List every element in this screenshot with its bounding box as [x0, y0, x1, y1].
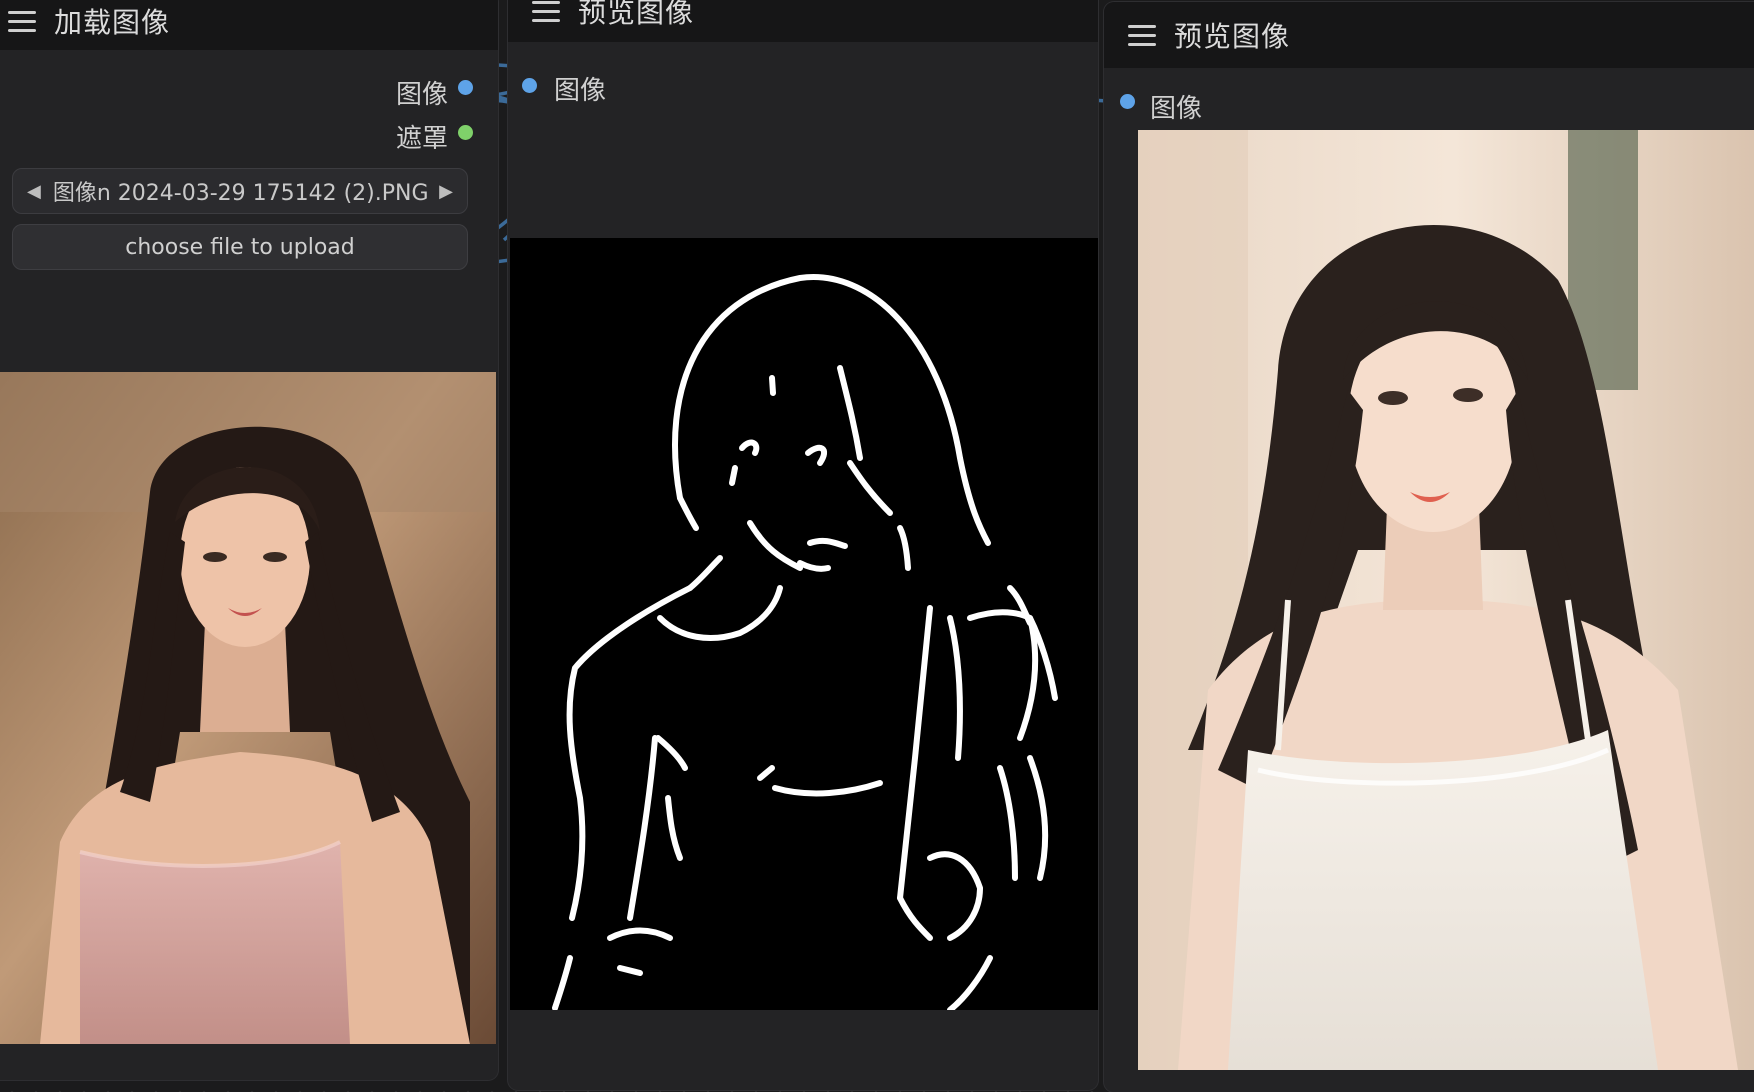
- hamburger-menu-icon[interactable]: [8, 9, 38, 33]
- load-image-node[interactable]: 加载图像 图像 遮罩 ◀ 图像n 2024-03-29 175142 (2).P…: [0, 0, 498, 1080]
- hamburger-menu-icon[interactable]: [532, 0, 562, 23]
- output-mask-label: 遮罩: [396, 124, 449, 154]
- choose-file-upload-button[interactable]: choose file to upload: [12, 224, 468, 270]
- hamburger-menu-icon[interactable]: [1128, 23, 1158, 47]
- load-image-header[interactable]: 加载图像: [0, 0, 498, 50]
- node-title: 加载图像: [54, 6, 171, 39]
- combo-next-arrow-icon[interactable]: ▶: [439, 181, 453, 202]
- node-title: 预览图像: [1174, 20, 1291, 53]
- input-image-label: 图像: [1150, 94, 1203, 124]
- preview-image-node-2[interactable]: 预览图像 图像: [1104, 2, 1754, 1092]
- output-image-label: 图像: [396, 80, 449, 110]
- load-image-preview: [0, 372, 496, 1044]
- combo-value: 图像n 2024-03-29 175142 (2).PNG: [52, 181, 429, 206]
- combo-prev-arrow-icon[interactable]: ◀: [27, 181, 41, 202]
- input-image-slot[interactable]: [1120, 94, 1135, 109]
- output-image-slot[interactable]: [458, 80, 473, 95]
- preview-2-header[interactable]: 预览图像: [1104, 2, 1754, 68]
- preview-1-header[interactable]: 预览图像: [508, 0, 1098, 42]
- input-image-slot[interactable]: [522, 78, 537, 93]
- edge-map-preview: [510, 238, 1098, 1010]
- image-file-combo[interactable]: ◀ 图像n 2024-03-29 175142 (2).PNG ▶: [12, 168, 468, 214]
- node-title: 预览图像: [578, 0, 695, 29]
- generated-image-preview: [1138, 130, 1754, 1070]
- input-image-label: 图像: [554, 76, 607, 106]
- output-mask-slot[interactable]: [458, 125, 473, 140]
- preview-image-node-1[interactable]: 预览图像 图像: [508, 0, 1098, 1090]
